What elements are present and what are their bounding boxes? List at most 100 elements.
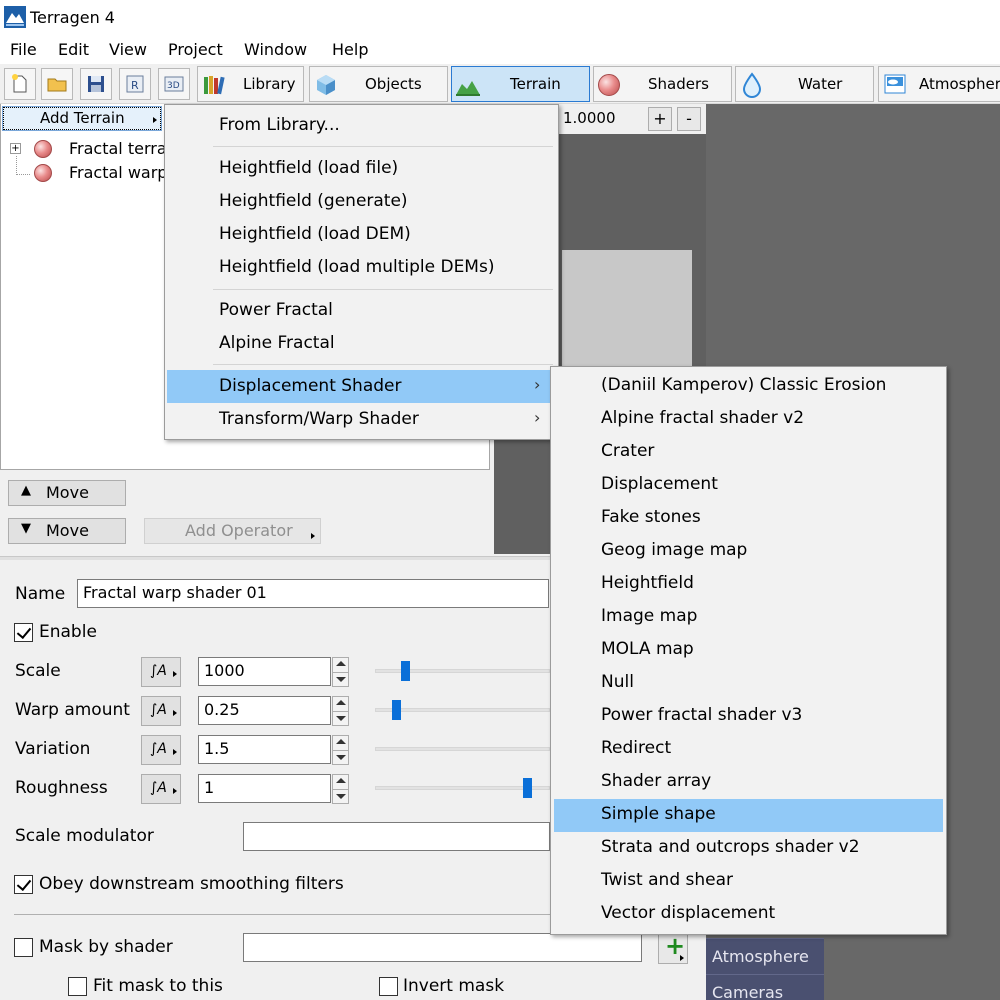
submenu-item[interactable]: Displacement <box>554 469 943 502</box>
menu-item-power-fractal[interactable]: Power Fractal <box>167 294 556 327</box>
menu-edit[interactable]: Edit <box>58 40 89 59</box>
move-up-label: Move <box>46 483 89 502</box>
arrow-down-icon: ▼ <box>21 521 31 536</box>
menu-item-alpine-fractal[interactable]: Alpine Fractal <box>167 327 556 360</box>
warp-amount-spinner[interactable] <box>332 696 349 726</box>
menu-window[interactable]: Window <box>244 40 307 59</box>
submenu-item-label: Fake stones <box>601 507 701 527</box>
tab-atmosphere[interactable]: Atmosphere <box>878 66 1000 102</box>
tab-objects[interactable]: Objects <box>309 66 448 102</box>
submenu-item-label: Heightfield <box>601 573 694 593</box>
menu-project[interactable]: Project <box>168 40 223 59</box>
warp-amount-slider-thumb[interactable] <box>392 700 401 720</box>
submenu-item[interactable]: Vector displacement <box>554 898 943 931</box>
scale-slider-thumb[interactable] <box>401 661 410 681</box>
tab-library[interactable]: Library <box>197 66 304 102</box>
submenu-arrow-icon <box>173 710 177 716</box>
param-label-variation: Variation <box>15 739 91 759</box>
new-file-icon <box>12 74 27 93</box>
tab-water-label: Water <box>798 75 843 93</box>
submenu-item[interactable]: Power fractal shader v3 <box>554 700 943 733</box>
menu-file[interactable]: File <box>10 40 37 59</box>
scale-input[interactable]: 1000 <box>198 657 331 686</box>
submenu-item[interactable]: Strata and outcrops shader v2 <box>554 832 943 865</box>
function-button[interactable]: ∫A <box>141 735 181 765</box>
render-button[interactable]: R <box>119 68 151 100</box>
invert-mask-checkbox[interactable] <box>379 977 398 996</box>
function-icon: ∫A <box>150 780 167 796</box>
3d-view-icon: 3D <box>164 76 184 92</box>
function-button[interactable]: ∫A <box>141 774 181 804</box>
submenu-item[interactable]: Geog image map <box>554 535 943 568</box>
submenu-item[interactable]: Fake stones <box>554 502 943 535</box>
tab-objects-label: Objects <box>365 75 422 93</box>
menu-item-label: Heightfield (load DEM) <box>219 224 411 244</box>
section-divider <box>14 914 560 915</box>
menu-help[interactable]: Help <box>332 40 368 59</box>
add-operator-button[interactable]: Add Operator <box>144 518 321 544</box>
function-button[interactable]: ∫A <box>141 657 181 687</box>
tree-item-label: Fractal terrai <box>69 139 172 158</box>
submenu-item[interactable]: MOLA map <box>554 634 943 667</box>
save-project-button[interactable] <box>80 68 112 100</box>
mask-shader-field[interactable] <box>243 933 642 962</box>
invert-mask-label: Invert mask <box>403 976 505 996</box>
submenu-item[interactable]: Twist and shear <box>554 865 943 898</box>
move-down-label: Move <box>46 521 89 540</box>
submenu-item[interactable]: Crater <box>554 436 943 469</box>
submenu-item[interactable]: Heightfield <box>554 568 943 601</box>
submenu-item-label: Vector displacement <box>601 903 776 923</box>
submenu-item[interactable]: Null <box>554 667 943 700</box>
warp-amount-slider-track[interactable] <box>375 708 550 712</box>
variation-slider-track[interactable] <box>375 747 550 751</box>
menu-item-displacement-shader[interactable]: Displacement Shader › <box>167 370 556 403</box>
open-project-button[interactable] <box>41 68 73 100</box>
name-field[interactable]: Fractal warp shader 01 <box>77 579 549 608</box>
zoom-in-button[interactable]: + <box>648 107 672 131</box>
menu-view[interactable]: View <box>109 40 147 59</box>
menu-item-label: Heightfield (load multiple DEMs) <box>219 257 495 277</box>
roughness-input[interactable]: 1 <box>198 774 331 803</box>
3d-preview-button[interactable]: 3D <box>158 68 190 100</box>
function-button[interactable]: ∫A <box>141 696 181 726</box>
menu-item-heightfield-generate[interactable]: Heightfield (generate) <box>167 185 556 218</box>
tab-shaders[interactable]: Shaders <box>593 66 732 102</box>
tab-shaders-label: Shaders <box>648 75 709 93</box>
submenu-item[interactable]: Alpine fractal shader v2 <box>554 403 943 436</box>
variation-spinner[interactable] <box>332 735 349 765</box>
panel-splitter[interactable] <box>0 556 560 560</box>
submenu-item[interactable]: Shader array <box>554 766 943 799</box>
roughness-spinner[interactable] <box>332 774 349 804</box>
submenu-item[interactable]: (Daniil Kamperov) Classic Erosion <box>554 370 943 403</box>
menu-item-from-library[interactable]: From Library... <box>167 109 556 142</box>
expand-plus-icon[interactable]: + <box>10 143 21 154</box>
tab-terrain[interactable]: Terrain <box>451 66 590 102</box>
enable-checkbox[interactable] <box>14 623 33 642</box>
chevron-right-icon: › <box>534 375 541 394</box>
warp-amount-input[interactable]: 0.25 <box>198 696 331 725</box>
obey-smoothing-checkbox[interactable] <box>14 875 33 894</box>
menu-item-heightfield-load-dem[interactable]: Heightfield (load DEM) <box>167 218 556 251</box>
move-up-button[interactable]: ▲ Move <box>8 480 126 506</box>
menu-item-transform-warp-shader[interactable]: Transform/Warp Shader › <box>167 403 556 436</box>
side-tab-cameras[interactable]: Cameras <box>706 974 824 1000</box>
new-project-button[interactable] <box>4 68 36 100</box>
menu-item-heightfield-load-file[interactable]: Heightfield (load file) <box>167 152 556 185</box>
sphere-icon <box>598 74 620 96</box>
submenu-item-highlighted[interactable]: Simple shape <box>554 799 943 832</box>
scale-spinner[interactable] <box>332 657 349 687</box>
add-mask-shader-button[interactable]: + <box>658 932 688 964</box>
roughness-slider-thumb[interactable] <box>523 778 532 798</box>
mask-by-shader-checkbox[interactable] <box>14 938 33 957</box>
tab-water[interactable]: Water <box>735 66 874 102</box>
variation-input[interactable]: 1.5 <box>198 735 331 764</box>
submenu-item[interactable]: Image map <box>554 601 943 634</box>
side-tab-atmosphere[interactable]: Atmosphere <box>706 938 824 974</box>
fit-mask-checkbox[interactable] <box>68 977 87 996</box>
add-terrain-button[interactable]: Add Terrain <box>2 106 162 131</box>
move-down-button[interactable]: ▼ Move <box>8 518 126 544</box>
scale-modulator-field[interactable] <box>243 822 550 851</box>
submenu-item[interactable]: Redirect <box>554 733 943 766</box>
zoom-out-button[interactable]: - <box>677 107 701 131</box>
menu-item-heightfield-load-multiple-dems[interactable]: Heightfield (load multiple DEMs) <box>167 251 556 284</box>
